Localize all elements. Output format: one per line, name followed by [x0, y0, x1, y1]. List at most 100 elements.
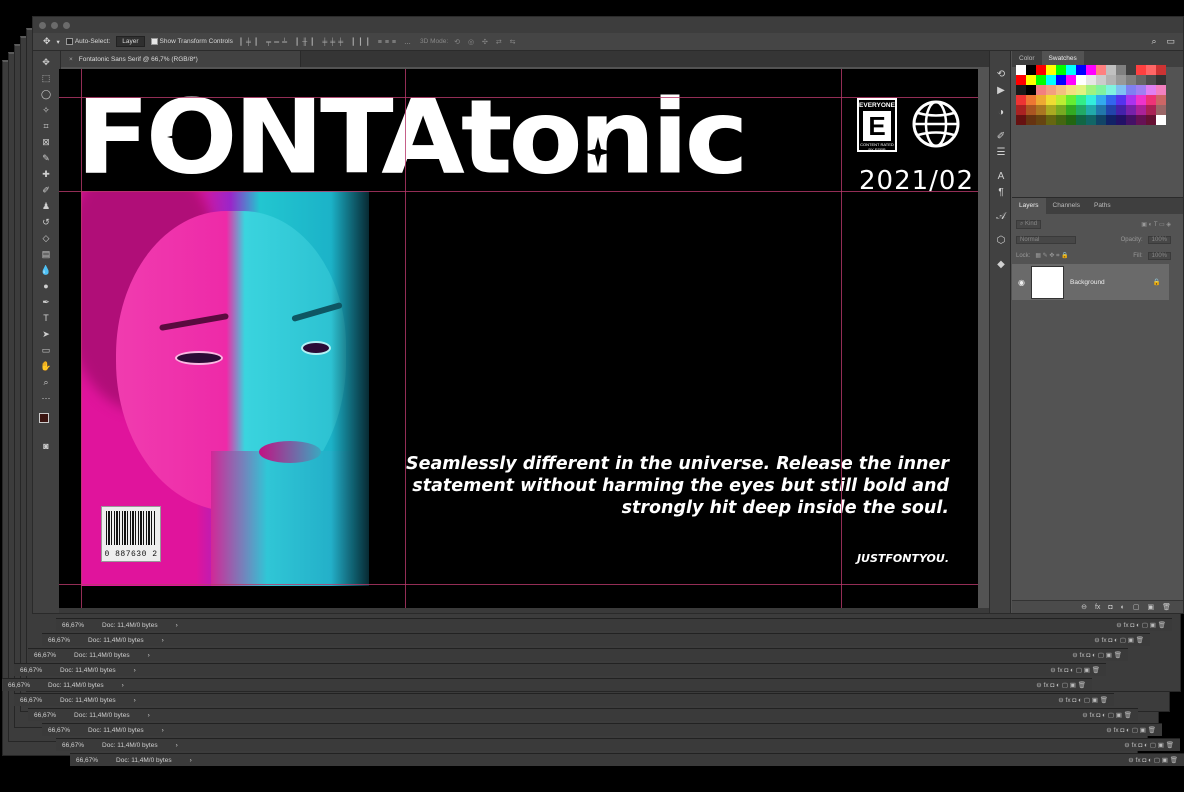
filter-icons[interactable]: ▣ ◐ T ▭ ◈ [1141, 221, 1171, 228]
swatch[interactable] [1136, 115, 1146, 125]
shape-tool-icon[interactable]: ▭ [39, 345, 53, 356]
swatch[interactable] [1106, 115, 1116, 125]
swatch[interactable] [1146, 65, 1156, 75]
swatch[interactable] [1116, 65, 1126, 75]
minimize-window-button[interactable] [51, 21, 58, 29]
path-select-icon[interactable]: ➤ [39, 329, 53, 340]
lock-icons[interactable]: ▦ ✎ ✥ ⌗ 🔒 [1035, 252, 1068, 260]
swatch[interactable] [1086, 65, 1096, 75]
swatch[interactable] [1096, 65, 1106, 75]
swatch[interactable] [1026, 85, 1036, 95]
link-icon[interactable]: ⊖ [1081, 603, 1087, 611]
3d-icon[interactable]: ⬡ [995, 235, 1007, 247]
document-tab[interactable]: × Fontatonic Sans Serif @ 66,7% (RGB/8*) [61, 51, 301, 67]
swatch[interactable] [1116, 95, 1126, 105]
swatch[interactable] [1116, 75, 1126, 85]
swatch[interactable] [1026, 65, 1036, 75]
swatch[interactable] [1056, 75, 1066, 85]
pen-tool-icon[interactable]: ✒ [39, 297, 53, 308]
swatch[interactable] [1156, 75, 1166, 85]
tab-channels[interactable]: Channels [1046, 198, 1087, 214]
swatch[interactable] [1126, 65, 1136, 75]
marquee-tool-icon[interactable]: ⬚ [39, 73, 53, 84]
guide-line[interactable] [81, 69, 82, 610]
swatch[interactable] [1016, 95, 1026, 105]
tab-layers[interactable]: Layers [1012, 198, 1046, 214]
swatch[interactable] [1126, 85, 1136, 95]
swatch[interactable] [1156, 115, 1166, 125]
swatch[interactable] [1126, 105, 1136, 115]
stamp-tool-icon[interactable]: ♟ [39, 201, 53, 212]
swatch[interactable] [1056, 65, 1066, 75]
fx-icon[interactable]: fx [1095, 604, 1100, 611]
swatch[interactable] [1056, 85, 1066, 95]
actions-icon[interactable]: ▶ [995, 85, 1007, 97]
trash-icon[interactable]: 🗑 [1162, 603, 1171, 611]
swatch[interactable] [1106, 95, 1116, 105]
healing-brush-icon[interactable]: ✚ [39, 169, 53, 180]
swatch[interactable] [1136, 75, 1146, 85]
tab-paths[interactable]: Paths [1087, 198, 1118, 214]
swatch[interactable] [1156, 95, 1166, 105]
swatch[interactable] [1016, 115, 1026, 125]
hand-tool-icon[interactable]: ✋ [39, 361, 53, 372]
swatch[interactable] [1026, 115, 1036, 125]
swatch[interactable] [1026, 95, 1036, 105]
swatch[interactable] [1066, 105, 1076, 115]
swatch[interactable] [1016, 85, 1026, 95]
swatch[interactable] [1036, 95, 1046, 105]
swatch[interactable] [1146, 95, 1156, 105]
swatch[interactable] [1116, 85, 1126, 95]
swatch[interactable] [1066, 85, 1076, 95]
swatch[interactable] [1016, 65, 1026, 75]
swatch[interactable] [1026, 75, 1036, 85]
swatch[interactable] [1116, 115, 1126, 125]
swatch[interactable] [1096, 105, 1106, 115]
blend-mode-dropdown[interactable]: Normal [1016, 236, 1076, 244]
swatch[interactable] [1046, 115, 1056, 125]
workspace-icon[interactable]: ▭ [1166, 36, 1175, 47]
brush-settings-icon[interactable]: ✐ [995, 131, 1007, 143]
fill-input[interactable]: 100% [1147, 252, 1171, 260]
swatch[interactable] [1116, 105, 1126, 115]
zoom-window-button[interactable] [63, 21, 70, 29]
gradient-tool-icon[interactable]: ▤ [39, 249, 53, 260]
swatch[interactable] [1096, 115, 1106, 125]
swatch[interactable] [1056, 115, 1066, 125]
foreground-color-swatch[interactable] [39, 413, 49, 423]
align-icons[interactable]: ┃╪┃ ╤═╧ ┃╫┃ ╪╪╪ ┃┃┃ ≡≡≡ … [239, 38, 414, 46]
swatch[interactable] [1046, 65, 1056, 75]
swatch[interactable] [1106, 65, 1116, 75]
character-icon[interactable]: A [995, 171, 1007, 183]
crop-tool-icon[interactable]: ⌗ [39, 121, 53, 132]
group-icon[interactable]: ▢ [1133, 603, 1140, 611]
eye-icon[interactable]: ◉ [1018, 278, 1025, 287]
guide-line[interactable] [405, 69, 406, 610]
brush-tool-icon[interactable]: ✐ [39, 185, 53, 196]
chevron-down-icon[interactable]: ▾ [57, 38, 60, 46]
adjustment-layer-icon[interactable]: ◐ [1121, 604, 1125, 611]
filter-kind-dropdown[interactable]: ⌕ Kind [1016, 219, 1042, 229]
swatch[interactable] [1046, 105, 1056, 115]
swatch[interactable] [1036, 65, 1046, 75]
eraser-icon[interactable]: ◇ [39, 233, 53, 244]
close-window-button[interactable] [39, 21, 46, 29]
opacity-input[interactable]: 100% [1147, 236, 1171, 244]
swatch[interactable] [1036, 115, 1046, 125]
swatch[interactable] [1106, 85, 1116, 95]
transform-controls-checkbox[interactable]: Show Transform Controls [150, 37, 233, 45]
swatch[interactable] [1066, 75, 1076, 85]
lasso-tool-icon[interactable]: ◯ [39, 89, 53, 100]
history-brush-icon[interactable]: ↺ [39, 217, 53, 228]
swatch[interactable] [1066, 65, 1076, 75]
swatch[interactable] [1086, 85, 1096, 95]
swatch[interactable] [1146, 115, 1156, 125]
paragraph-icon[interactable]: ¶ [995, 187, 1007, 199]
blur-tool-icon[interactable]: 💧 [39, 265, 53, 276]
search-icon[interactable]: ⌕ [1151, 36, 1156, 47]
swatch[interactable] [1156, 85, 1166, 95]
swatch[interactable] [1136, 95, 1146, 105]
swatch[interactable] [1036, 105, 1046, 115]
quick-mask-icon[interactable]: ◙ [39, 441, 53, 452]
more-tools-icon[interactable]: ⋯ [39, 393, 53, 404]
